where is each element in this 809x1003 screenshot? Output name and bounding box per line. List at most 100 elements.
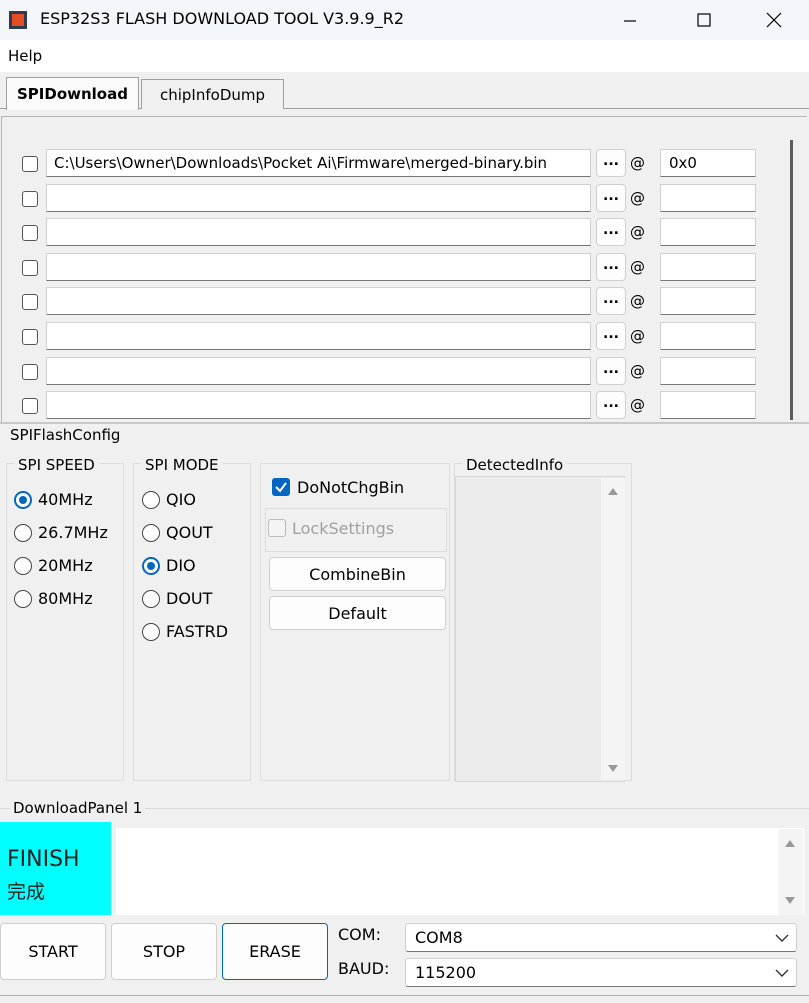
- radio-label: FASTRD: [166, 622, 229, 641]
- spi-flash-config-title: SPIFlashConfig: [10, 426, 121, 444]
- at-label: @: [630, 258, 645, 276]
- detected-info-scrollbar[interactable]: [601, 478, 625, 780]
- address-input[interactable]: [660, 357, 756, 385]
- radio-label: 40MHz: [38, 490, 93, 509]
- file-row-checkbox[interactable]: [22, 191, 38, 207]
- file-row-checkbox[interactable]: [22, 260, 38, 276]
- maximize-button[interactable]: [674, 0, 734, 40]
- radio-20mhz[interactable]: [14, 557, 32, 575]
- browse-button[interactable]: ...: [596, 149, 626, 177]
- browse-button[interactable]: ...: [596, 218, 626, 246]
- scroll-down-icon[interactable]: [607, 764, 619, 774]
- default-button[interactable]: Default: [269, 596, 446, 630]
- chevron-down-icon[interactable]: [775, 968, 789, 978]
- tab-spidownload[interactable]: SPIDownload: [6, 77, 139, 110]
- erase-button[interactable]: ERASE: [222, 923, 328, 980]
- file-path-input[interactable]: [46, 322, 591, 350]
- com-select[interactable]: COM8: [405, 923, 797, 952]
- radio-label: 26.7MHz: [38, 523, 108, 542]
- lock-settings-checkbox[interactable]: [268, 519, 286, 537]
- log-scroll-down-icon[interactable]: [784, 896, 796, 906]
- status-finish-cn-text: 完成: [7, 881, 46, 903]
- close-icon: [766, 12, 782, 28]
- section-separator: [0, 422, 809, 424]
- at-label: @: [630, 396, 645, 414]
- radio-80mhz[interactable]: [14, 590, 32, 608]
- checkmark-icon: [275, 482, 287, 493]
- file-row-checkbox[interactable]: [22, 398, 38, 414]
- at-label: @: [630, 292, 645, 310]
- radio-dout[interactable]: [142, 590, 160, 608]
- address-input[interactable]: 0x0: [660, 149, 756, 177]
- app-icon: [9, 11, 27, 29]
- baud-select-value: 115200: [415, 963, 477, 982]
- scroll-up-icon[interactable]: [607, 486, 619, 496]
- address-input[interactable]: [660, 287, 756, 315]
- at-label: @: [630, 154, 645, 172]
- file-list-scrollbar[interactable]: [790, 140, 793, 420]
- file-path-input[interactable]: [46, 253, 591, 281]
- browse-button[interactable]: ...: [596, 322, 626, 350]
- browse-button[interactable]: ...: [596, 287, 626, 315]
- address-input[interactable]: [660, 184, 756, 212]
- file-path-input[interactable]: C:\Users\Owner\Downloads\Pocket Ai\Firmw…: [46, 149, 591, 177]
- radio-label: QIO: [166, 490, 196, 509]
- close-button[interactable]: [744, 0, 804, 40]
- radio-label: 80MHz: [38, 589, 93, 608]
- radio-qio[interactable]: [142, 491, 160, 509]
- file-path-input[interactable]: [46, 391, 591, 419]
- at-label: @: [630, 327, 645, 345]
- at-label: @: [630, 362, 645, 380]
- radio-267mhz[interactable]: [14, 524, 32, 542]
- file-path-input[interactable]: [46, 357, 591, 385]
- com-label: COM:: [338, 925, 381, 944]
- radio-40mhz[interactable]: [14, 491, 32, 509]
- chevron-down-icon[interactable]: [775, 933, 789, 943]
- at-label: @: [630, 223, 645, 241]
- browse-button[interactable]: ...: [596, 391, 626, 419]
- spi-mode-title: SPI MODE: [141, 456, 223, 474]
- file-row-checkbox[interactable]: [22, 156, 38, 172]
- bottom-border: [0, 995, 809, 996]
- log-output[interactable]: [116, 828, 804, 915]
- file-row-checkbox[interactable]: [22, 364, 38, 380]
- file-path-input[interactable]: [46, 184, 591, 212]
- radio-label: DOUT: [166, 589, 213, 608]
- address-input[interactable]: [660, 391, 756, 419]
- menu-bar: Help: [0, 40, 809, 72]
- browse-button[interactable]: ...: [596, 357, 626, 385]
- file-row-checkbox[interactable]: [22, 294, 38, 310]
- at-label: @: [630, 189, 645, 207]
- file-row-checkbox[interactable]: [22, 329, 38, 345]
- window-title: ESP32S3 FLASH DOWNLOAD TOOL V3.9.9_R2: [40, 9, 405, 28]
- com-select-value: COM8: [415, 928, 463, 947]
- file-row-checkbox[interactable]: [22, 225, 38, 241]
- radio-label: DIO: [166, 556, 196, 575]
- baud-label: BAUD:: [338, 959, 390, 978]
- spi-speed-title: SPI SPEED: [14, 456, 99, 474]
- address-input[interactable]: [660, 218, 756, 246]
- start-button[interactable]: START: [0, 923, 106, 980]
- combine-bin-button[interactable]: CombineBin: [269, 557, 446, 591]
- do-not-chg-bin-checkbox[interactable]: [272, 478, 290, 496]
- detected-info-title: DetectedInfo: [462, 456, 568, 474]
- radio-fastrd[interactable]: [142, 623, 160, 641]
- log-scroll-up-icon[interactable]: [784, 838, 796, 848]
- stop-button[interactable]: STOP: [111, 923, 217, 980]
- file-path-input[interactable]: [46, 218, 591, 246]
- menu-help[interactable]: Help: [8, 47, 42, 65]
- baud-select[interactable]: 115200: [405, 958, 797, 987]
- minimize-button[interactable]: [600, 0, 660, 40]
- radio-dio[interactable]: [142, 557, 160, 575]
- radio-label: QOUT: [166, 523, 213, 542]
- status-finish-text: FINISH: [7, 847, 80, 872]
- file-path-input[interactable]: [46, 287, 591, 315]
- address-input[interactable]: [660, 322, 756, 350]
- lock-settings-label: LockSettings: [292, 519, 395, 538]
- radio-qout[interactable]: [142, 524, 160, 542]
- browse-button[interactable]: ...: [596, 253, 626, 281]
- tab-chipinfodump[interactable]: chipInfoDump: [141, 79, 284, 109]
- address-input[interactable]: [660, 253, 756, 281]
- browse-button[interactable]: ...: [596, 184, 626, 212]
- minimize-icon: [624, 20, 636, 22]
